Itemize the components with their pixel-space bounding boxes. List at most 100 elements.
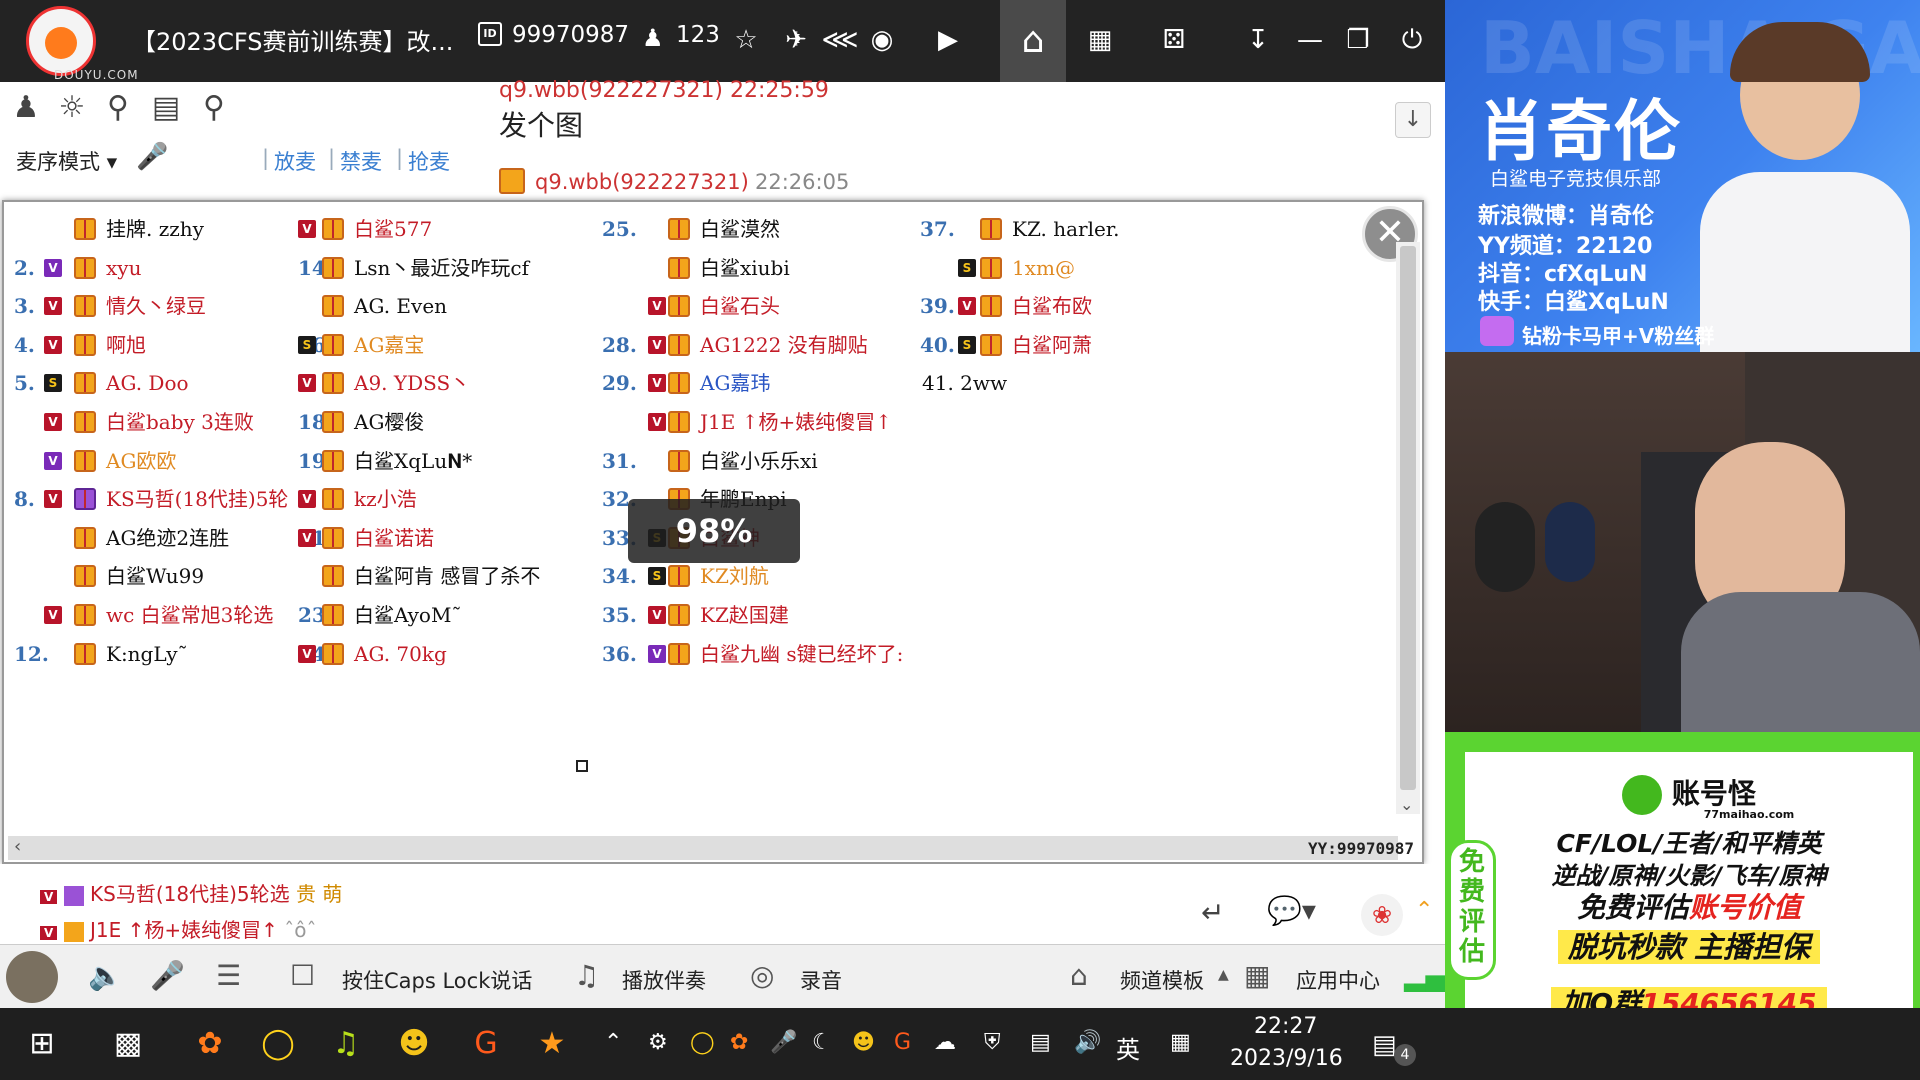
member-row[interactable]: 白鲨xiubi: [602, 249, 918, 288]
tray-expand-icon[interactable]: ⌃: [604, 1030, 622, 1055]
member-row[interactable]: V J1E ↑杨+婊纯傻冒↑: [602, 403, 918, 442]
app-grid-icon[interactable]: ▦: [1244, 959, 1270, 992]
member-row[interactable]: V 白鲨577: [298, 210, 598, 249]
volume-icon[interactable]: 🔊: [1074, 1030, 1101, 1055]
download-icon[interactable]: ↧: [1236, 18, 1280, 62]
mic-mode-dropdown[interactable]: 麦序模式 ▾: [16, 146, 117, 176]
member-row[interactable]: 36. V 白鲨九幽 s键已经坏了:: [602, 635, 918, 674]
member-row[interactable]: 挂牌. zzhy: [14, 210, 294, 249]
ime-pinyin-icon[interactable]: ▦: [1170, 1030, 1191, 1055]
release-mic-link[interactable]: 放麦: [274, 146, 316, 176]
list-item[interactable]: V KS马哲(18代挂)5轮选 贵 萌: [40, 878, 342, 907]
grab-mic-link[interactable]: 抢麦: [408, 146, 450, 176]
member-row[interactable]: V 白鲨石头: [602, 287, 918, 326]
music-note-icon[interactable]: ♫: [574, 959, 599, 992]
alert-icon[interactable]: ◉: [860, 18, 904, 62]
member-row[interactable]: 5. S AG. Doo: [14, 364, 294, 403]
member-row[interactable]: Vkz小浩: [298, 480, 598, 519]
app-orange-bird-icon[interactable]: ✿: [186, 1020, 234, 1068]
member-row[interactable]: 19. 白鲨XqLu𝐍*: [298, 442, 598, 481]
clock-time[interactable]: 22:27: [1254, 1014, 1317, 1039]
scroll-bottom-button[interactable]: ↓: [1395, 102, 1431, 138]
tray-shield-icon[interactable]: ⛨: [984, 1030, 1001, 1055]
member-row[interactable]: 21.V白鲨诺诺: [298, 519, 598, 558]
member-row[interactable]: V 白鲨baby 3连败: [14, 403, 294, 442]
member-row[interactable]: 28. V AG1222 没有脚贴: [602, 326, 918, 365]
caps-lock-talk-label[interactable]: 按住Caps Lock说话: [342, 965, 532, 995]
member-row[interactable]: S 1xm@: [920, 249, 1180, 288]
windows-start-icon[interactable]: ⊞: [18, 1020, 66, 1068]
chevron-left-icon[interactable]: ‹: [14, 836, 21, 857]
app-music-icon[interactable]: ♫: [322, 1020, 370, 1068]
notification-icon[interactable]: ▤: [1372, 1030, 1397, 1060]
ime-indicator[interactable]: 英: [1116, 1030, 1140, 1065]
user-list-icon[interactable]: ♟: [6, 88, 46, 128]
chevron-up-icon[interactable]: ⌃: [1415, 898, 1433, 923]
tray-mic-icon[interactable]: 🎤: [770, 1030, 797, 1055]
tray-yy-icon[interactable]: ☻: [852, 1030, 875, 1055]
equalizer-icon[interactable]: ☰: [216, 959, 241, 992]
mic-muted-icon[interactable]: 🎤: [136, 142, 168, 172]
channel-home-icon[interactable]: ⌂: [1070, 959, 1088, 992]
member-row[interactable]: V A9. YDSS丶: [298, 364, 598, 403]
tray-g-icon[interactable]: G: [894, 1030, 911, 1055]
speaker-icon[interactable]: 🔈: [88, 959, 123, 992]
list-item[interactable]: V J1E ↑杨+婊纯傻冒↑ ˆôˆ: [40, 914, 317, 943]
member-row[interactable]: 16.SAG嘉宝: [298, 326, 598, 365]
member-row[interactable]: 25. 白鲨漠然: [602, 210, 918, 249]
member-row[interactable]: 39. V 白鲨布欧: [920, 287, 1180, 326]
chat-sender[interactable]: q9.wbb(922227321): [535, 170, 749, 194]
flower-icon[interactable]: ❀: [1361, 894, 1403, 936]
tray-app-icon[interactable]: ⚙: [648, 1030, 668, 1055]
restore-icon[interactable]: ❐: [1336, 18, 1380, 62]
enter-icon[interactable]: ↵: [1201, 896, 1224, 929]
member-row[interactable]: 31. 白鲨小乐乐xi: [602, 442, 918, 481]
record-button[interactable]: 录音: [800, 965, 842, 995]
clock-date[interactable]: 2023/9/16: [1230, 1046, 1343, 1071]
member-row[interactable]: 12. K:ngLy˜: [14, 635, 294, 674]
member-row[interactable]: 40. S 白鲨阿萧: [920, 326, 1180, 365]
play-accompaniment-button[interactable]: 播放伴奏: [622, 965, 706, 995]
member-row[interactable]: 3. V 情久丶绿豆: [14, 287, 294, 326]
avatar[interactable]: [6, 951, 58, 1003]
popup-vertical-scrollbar[interactable]: ⌄: [1396, 242, 1420, 814]
member-row[interactable]: 8. V KS马哲(18代挂)5轮: [14, 480, 294, 519]
member-row[interactable]: 24.VAG. 70kg: [298, 635, 598, 674]
member-row[interactable]: 29. V AG嘉玮: [602, 364, 918, 403]
member-row[interactable]: 14. Lsn丶最近没咋玩cf: [298, 249, 598, 288]
network-icon[interactable]: ▤: [1030, 1030, 1051, 1055]
tray-moon-icon[interactable]: ☾: [812, 1030, 832, 1055]
plane-icon[interactable]: ✈: [774, 18, 818, 62]
checkbox-icon[interactable]: ☐: [290, 959, 315, 992]
member-row[interactable]: 2. Vxyu: [14, 249, 294, 288]
member-row[interactable]: 白鲨Wu99: [14, 557, 294, 596]
member-row[interactable]: V AG欧欧: [14, 442, 294, 481]
favorite-star-icon[interactable]: ☆: [724, 18, 768, 62]
search-icon[interactable]: ⚲: [194, 88, 234, 128]
member-row[interactable]: AG绝迹2连胜: [14, 519, 294, 558]
notes-icon[interactable]: ▤: [146, 88, 186, 128]
microphone-icon[interactable]: 🎤: [150, 959, 185, 992]
member-row[interactable]: 白鲨阿肯 感冒了杀不: [298, 557, 598, 596]
member-row[interactable]: 37. KZ. harler.: [920, 210, 1180, 249]
location-icon[interactable]: ⚲: [98, 88, 138, 128]
task-view-icon[interactable]: ▩: [104, 1020, 152, 1068]
scroll-thumb[interactable]: [1400, 246, 1416, 790]
member-row[interactable]: Vwc 白鲨常旭3轮选: [14, 596, 294, 635]
channel-template-button[interactable]: 频道模板: [1120, 965, 1204, 995]
tray-cloud-icon[interactable]: ☁: [934, 1030, 956, 1055]
app-cf-icon[interactable]: ★: [528, 1020, 576, 1068]
member-row[interactable]: 4. V 啊旭: [14, 326, 294, 365]
chat-bubble-icon[interactable]: ☼: [52, 88, 92, 128]
app-circle-icon[interactable]: ◯: [254, 1020, 302, 1068]
grid-icon[interactable]: ▦: [1078, 18, 1122, 62]
app-center-button[interactable]: 应用中心: [1296, 965, 1380, 995]
member-row[interactable]: 34. S KZ刘航: [602, 557, 918, 596]
power-icon[interactable]: ⏻: [1390, 18, 1434, 62]
popup-horizontal-scrollbar[interactable]: ‹: [8, 836, 1398, 860]
ban-mic-link[interactable]: 禁麦: [340, 146, 382, 176]
video-icon[interactable]: ▶: [926, 18, 970, 62]
member-row[interactable]: AG. Even: [298, 287, 598, 326]
home-tab[interactable]: ⌂: [1000, 0, 1066, 82]
chevron-down-icon[interactable]: ⌄: [1400, 795, 1413, 814]
